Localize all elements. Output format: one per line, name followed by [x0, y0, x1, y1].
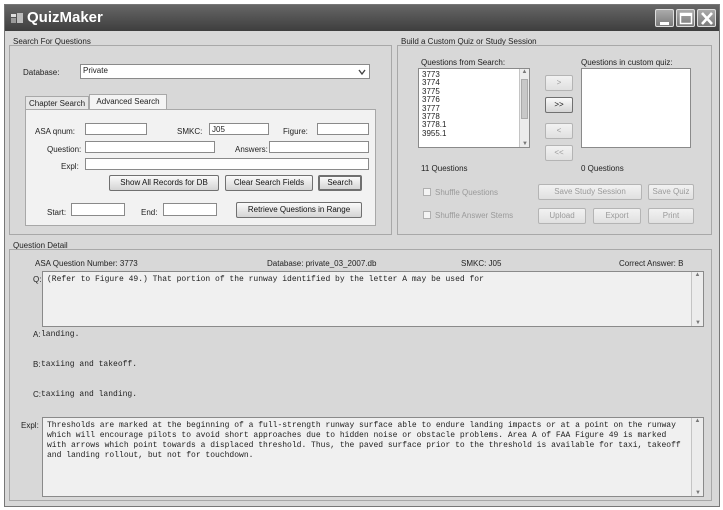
list-item[interactable]: 3955.1: [422, 129, 526, 138]
question-text: (Refer to Figure 49.) That portion of th…: [47, 275, 484, 284]
answers-field[interactable]: [269, 141, 369, 153]
answer-b-marker: B:: [33, 360, 41, 369]
figure-label: Figure:: [283, 127, 308, 136]
question-label: Question:: [47, 145, 82, 154]
asa-question-number: ASA Question Number: 3773: [35, 259, 138, 268]
scroll-up-icon[interactable]: ▲: [520, 69, 529, 75]
upload-button[interactable]: Upload: [538, 208, 586, 224]
shuffle-answers-checkbox[interactable]: [423, 211, 431, 219]
end-field[interactable]: [163, 203, 217, 216]
search-list-scrollbar[interactable]: ▲ ▼: [519, 69, 529, 147]
remove-all-questions-button[interactable]: <<: [545, 145, 573, 161]
minimize-icon: [660, 22, 669, 25]
database-label: Database:: [23, 68, 60, 77]
maximize-icon: [679, 12, 693, 25]
database-value: Private: [83, 66, 108, 75]
minimize-button[interactable]: [655, 9, 674, 27]
show-all-records-button[interactable]: Show All Records for DB: [109, 175, 219, 191]
start-label: Start:: [47, 208, 67, 217]
detail-database: Database: private_03_2007.db: [267, 259, 377, 268]
shuffle-questions-checkbox[interactable]: [423, 188, 431, 196]
answer-c-marker: C:: [33, 390, 41, 399]
clear-search-fields-button[interactable]: Clear Search Fields: [225, 175, 313, 191]
smkc-field[interactable]: J05: [209, 123, 269, 135]
database-select[interactable]: Private: [80, 64, 370, 79]
explanation-line: which will encourage pilots to avoid sho…: [47, 431, 667, 440]
questions-in-quiz-label: Questions in custom quiz:: [581, 58, 673, 67]
scroll-thumb[interactable]: [521, 79, 528, 119]
answer-c-text: taxiing and landing.: [41, 390, 138, 399]
window-title: QuizMaker: [27, 9, 103, 26]
search-count: 11 Questions: [421, 164, 468, 173]
question-marker: Q:: [33, 275, 42, 284]
shuffle-questions-label: Shuffle Questions: [435, 188, 499, 197]
scroll-down-icon[interactable]: ▼: [520, 141, 529, 147]
close-icon: [701, 12, 713, 25]
answer-b-text: taxiing and takeoff.: [41, 360, 138, 369]
shuffle-answers-label: Shuffle Answer Stems: [435, 211, 514, 220]
explanation-text-box[interactable]: Thresholds are marked at the beginning o…: [42, 417, 704, 497]
quizmaker-app-icon: [11, 13, 23, 23]
scroll-up-icon[interactable]: ▲: [692, 272, 703, 278]
tab-chapter-search[interactable]: Chapter Search: [25, 96, 89, 110]
scroll-down-icon[interactable]: ▼: [692, 320, 703, 326]
search-button[interactable]: Search: [318, 175, 362, 191]
detail-smkc: SMKC: J05: [461, 259, 502, 268]
explanation-line: and landing rollout, but not for touchdo…: [47, 451, 254, 460]
add-all-questions-button[interactable]: >>: [545, 97, 573, 113]
scroll-up-icon[interactable]: ▲: [692, 418, 703, 424]
quiz-count: 0 Questions: [581, 164, 624, 173]
export-button[interactable]: Export: [593, 208, 641, 224]
explanation-line: Thresholds are marked at the beginning o…: [47, 421, 676, 430]
chevron-down-icon: [358, 69, 366, 76]
asa-qnum-label: ASA qnum:: [35, 127, 76, 136]
retrieve-range-button[interactable]: Retrieve Questions in Range: [236, 202, 362, 218]
add-question-button[interactable]: >: [545, 75, 573, 91]
answers-label: Answers:: [235, 145, 268, 154]
scroll-down-icon[interactable]: ▼: [692, 490, 703, 496]
print-button[interactable]: Print: [648, 208, 694, 224]
app-window: QuizMaker Search For Questions Database:…: [4, 4, 720, 507]
questions-from-search-label: Questions from Search:: [421, 58, 506, 67]
remove-question-button[interactable]: <: [545, 123, 573, 139]
question-field[interactable]: [85, 141, 215, 153]
explanation-scrollbar[interactable]: ▲ ▼: [691, 418, 703, 496]
custom-quiz-list[interactable]: [581, 68, 691, 148]
smkc-label: SMKC:: [177, 127, 203, 136]
search-results-list[interactable]: 3773 3774 3775 3776 3777 3778 3778.1 395…: [418, 68, 530, 148]
save-study-session-button[interactable]: Save Study Session: [538, 184, 642, 200]
explanation-line: with arrows which point towards a displa…: [47, 441, 681, 450]
question-scrollbar[interactable]: ▲ ▼: [691, 272, 703, 326]
save-quiz-button[interactable]: Save Quiz: [648, 184, 694, 200]
tab-advanced-search[interactable]: Advanced Search: [89, 94, 167, 109]
title-bar[interactable]: QuizMaker: [5, 5, 719, 31]
maximize-button[interactable]: [676, 9, 695, 27]
asa-qnum-field[interactable]: [85, 123, 147, 135]
end-label: End:: [141, 208, 158, 217]
answer-a-text: landing.: [41, 330, 80, 339]
answer-a-marker: A:: [33, 330, 41, 339]
expl-search-field[interactable]: [85, 158, 369, 170]
close-button[interactable]: [697, 9, 716, 27]
expl-search-label: Expl:: [61, 162, 79, 171]
explanation-marker: Expl:: [21, 421, 39, 430]
question-text-box[interactable]: (Refer to Figure 49.) That portion of th…: [42, 271, 704, 327]
figure-field[interactable]: [317, 123, 369, 135]
detail-correct-answer: Correct Answer: B: [619, 259, 684, 268]
start-field[interactable]: [71, 203, 125, 216]
